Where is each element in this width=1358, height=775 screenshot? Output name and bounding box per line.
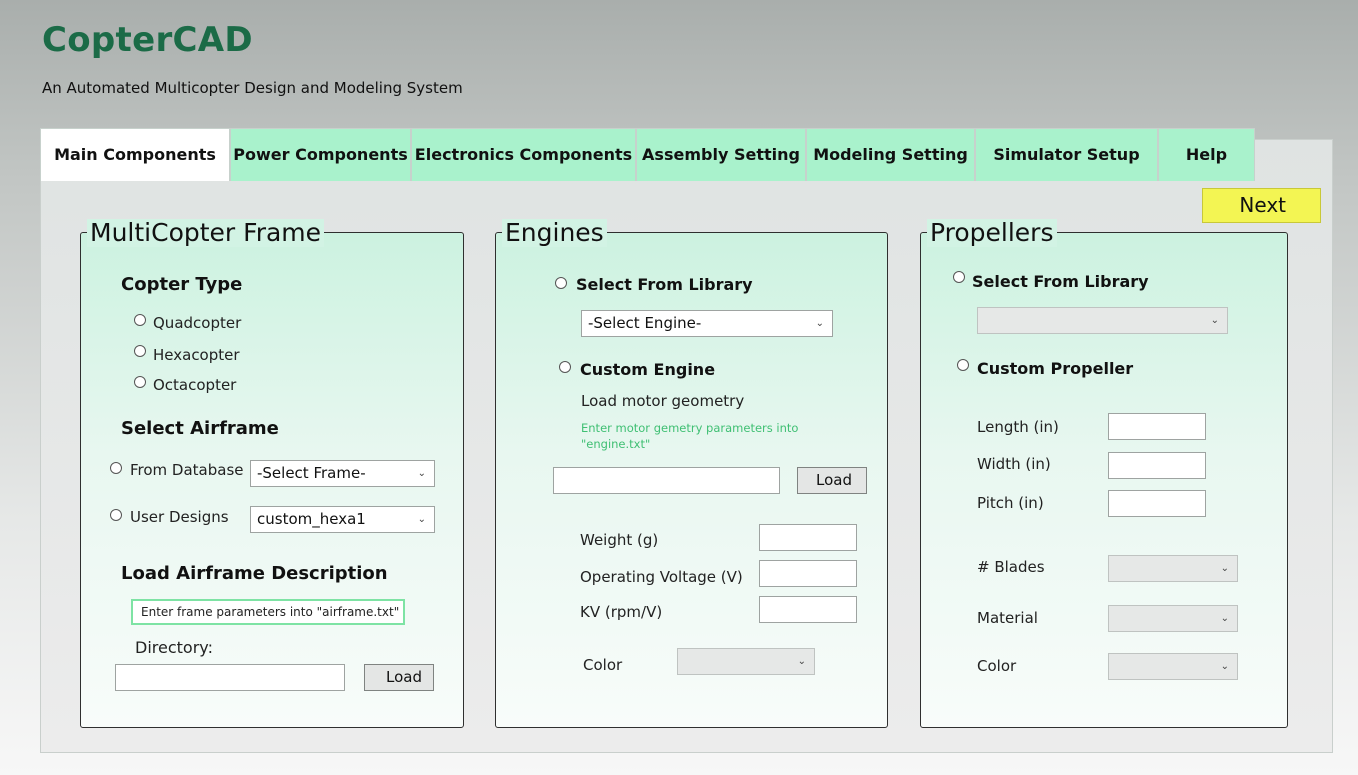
- from-database-label: From Database: [130, 461, 244, 479]
- custom-propeller-radio[interactable]: [957, 359, 969, 371]
- frame-database-select[interactable]: -Select Frame- ⌄: [250, 460, 435, 487]
- user-designs-value: custom_hexa1: [257, 510, 366, 528]
- voltage-label: Operating Voltage (V): [580, 568, 743, 586]
- engines-group-title: Engines: [505, 218, 604, 247]
- chevron-down-icon: ⌄: [1220, 613, 1229, 624]
- engine-color-select[interactable]: ⌄: [677, 648, 815, 675]
- quadcopter-radio[interactable]: [134, 314, 146, 326]
- chevron-down-icon: ⌄: [1220, 563, 1229, 574]
- frame-group-title: MultiCopter Frame: [90, 218, 322, 247]
- select-airframe-heading: Select Airframe: [121, 418, 279, 439]
- tab-bar: Main Components Power Components Electro…: [40, 128, 1255, 181]
- hexacopter-radio[interactable]: [134, 345, 146, 357]
- material-label: Material: [977, 609, 1038, 627]
- chevron-down-icon: ⌄: [417, 468, 426, 479]
- blades-label: # Blades: [977, 558, 1045, 576]
- octacopter-label: Octacopter: [153, 376, 237, 394]
- hexacopter-label: Hexacopter: [153, 346, 240, 364]
- propeller-color-select[interactable]: ⌄: [1108, 653, 1238, 680]
- quadcopter-label: Quadcopter: [153, 314, 242, 332]
- pitch-input[interactable]: [1108, 490, 1206, 517]
- width-input[interactable]: [1108, 452, 1206, 479]
- octacopter-radio[interactable]: [134, 376, 146, 388]
- propeller-library-label: Select From Library: [972, 272, 1149, 291]
- chevron-down-icon: ⌄: [1220, 661, 1229, 672]
- custom-propeller-label: Custom Propeller: [977, 359, 1134, 378]
- tab-modeling-setting[interactable]: Modeling Setting: [806, 128, 975, 181]
- chevron-down-icon: ⌄: [797, 656, 806, 667]
- kv-label: KV (rpm/V): [580, 603, 663, 621]
- copter-type-heading: Copter Type: [121, 274, 243, 295]
- user-designs-select[interactable]: custom_hexa1 ⌄: [250, 506, 435, 533]
- chevron-down-icon: ⌄: [417, 514, 426, 525]
- engine-select[interactable]: -Select Engine- ⌄: [581, 310, 833, 337]
- blades-select[interactable]: ⌄: [1108, 555, 1238, 582]
- engines-title-wrap: Engines: [502, 219, 607, 247]
- app-title: CopterCAD: [42, 20, 253, 60]
- tab-power-components[interactable]: Power Components: [230, 128, 411, 181]
- app-subtitle: An Automated Multicopter Design and Mode…: [42, 79, 463, 97]
- kv-input[interactable]: [759, 596, 857, 623]
- airframe-hint: Enter frame parameters into "airframe.tx…: [131, 599, 405, 625]
- frame-load-button[interactable]: Load: [364, 664, 434, 691]
- engine-color-label: Color: [583, 656, 623, 674]
- engine-hint-line1: Enter motor gemetry parameters into: [581, 421, 799, 435]
- custom-engine-label: Custom Engine: [580, 360, 716, 379]
- custom-engine-radio[interactable]: [559, 361, 571, 373]
- tab-simulator-setup[interactable]: Simulator Setup: [975, 128, 1158, 181]
- propellers-title-wrap: Propellers: [927, 219, 1057, 247]
- tab-help[interactable]: Help: [1158, 128, 1255, 181]
- load-airframe-heading: Load Airframe Description: [121, 563, 388, 584]
- tab-assembly-setting[interactable]: Assembly Setting: [636, 128, 806, 181]
- weight-label: Weight (g): [580, 531, 659, 549]
- tab-main-components[interactable]: Main Components: [40, 128, 230, 181]
- propellers-group-title: Propellers: [930, 218, 1054, 247]
- user-designs-label: User Designs: [130, 508, 229, 526]
- directory-input[interactable]: [115, 664, 345, 691]
- length-label: Length (in): [977, 418, 1059, 436]
- next-button[interactable]: Next: [1202, 188, 1321, 223]
- propeller-library-radio[interactable]: [953, 271, 965, 283]
- user-designs-radio[interactable]: [110, 509, 122, 521]
- load-geometry-label: Load motor geometry: [581, 392, 745, 410]
- frame-database-value: -Select Frame-: [257, 464, 366, 482]
- engine-library-label: Select From Library: [576, 275, 753, 294]
- tab-electronics-components[interactable]: Electronics Components: [411, 128, 636, 181]
- pitch-label: Pitch (in): [977, 494, 1044, 512]
- width-label: Width (in): [977, 455, 1051, 473]
- directory-label: Directory:: [135, 638, 213, 657]
- from-database-radio[interactable]: [110, 462, 122, 474]
- engine-library-radio[interactable]: [555, 277, 567, 289]
- voltage-input[interactable]: [759, 560, 857, 587]
- engine-hint-line2: "engine.txt": [581, 437, 651, 451]
- material-select[interactable]: ⌄: [1108, 605, 1238, 632]
- propeller-color-label: Color: [977, 657, 1017, 675]
- engine-path-input[interactable]: [553, 467, 780, 494]
- chevron-down-icon: ⌄: [1210, 315, 1219, 326]
- engine-select-value: -Select Engine-: [588, 314, 702, 332]
- chevron-down-icon: ⌄: [815, 318, 824, 329]
- engine-load-button[interactable]: Load: [797, 467, 867, 494]
- propeller-library-select[interactable]: ⌄: [977, 307, 1228, 334]
- frame-title-wrap: MultiCopter Frame: [87, 218, 325, 247]
- weight-input[interactable]: [759, 524, 857, 551]
- length-input[interactable]: [1108, 413, 1206, 440]
